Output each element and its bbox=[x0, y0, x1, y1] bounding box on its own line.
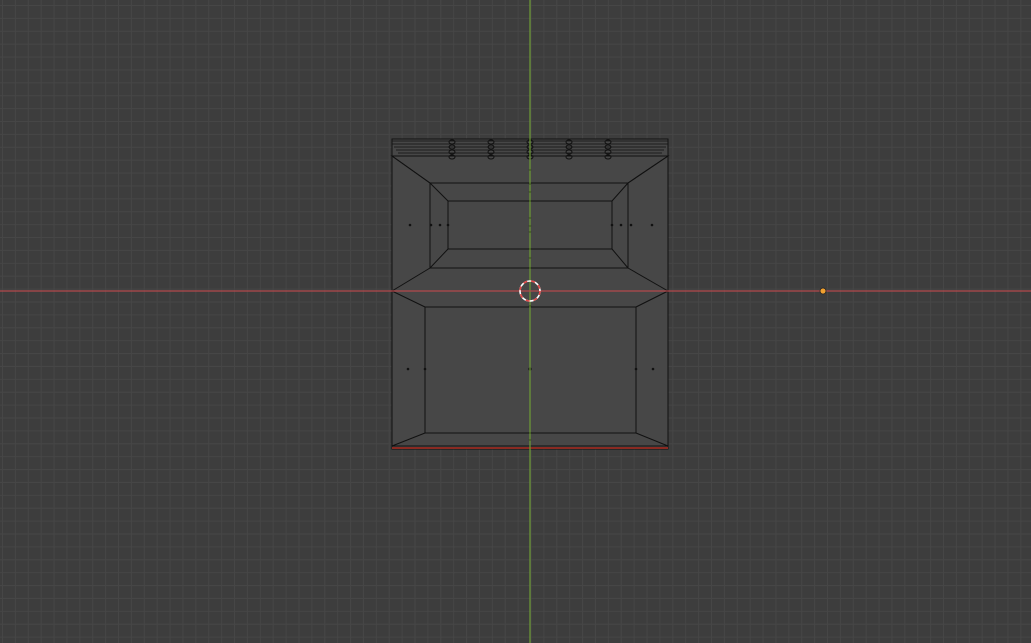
light-origin-dot[interactable] bbox=[819, 287, 827, 295]
viewport-canvas[interactable] bbox=[0, 0, 1031, 643]
3d-viewport[interactable] bbox=[0, 0, 1031, 643]
